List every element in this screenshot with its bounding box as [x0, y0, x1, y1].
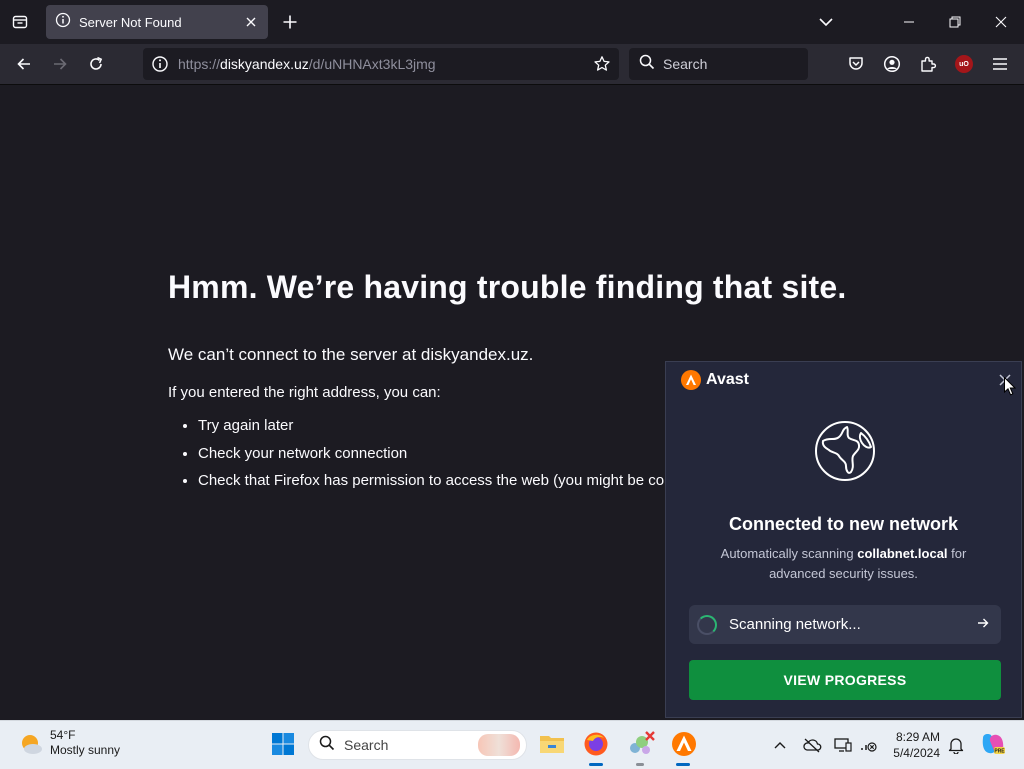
svg-text:PRE: PRE: [994, 749, 1005, 755]
system-clock[interactable]: 8:29 AM 5/4/2024: [884, 729, 940, 761]
list-all-tabs-icon[interactable]: [814, 10, 838, 34]
list-item: Check that Firefox has permission to acc…: [198, 471, 672, 499]
taskbar-search-placeholder: Search: [344, 737, 389, 753]
chevron-up-icon[interactable]: [770, 735, 790, 755]
search-highlight-image: [478, 734, 520, 756]
url-path: /d/uNHNAxt3kL3jmg: [308, 56, 436, 72]
firefox-view-icon[interactable]: [8, 10, 32, 34]
mouse-cursor-icon: [1004, 376, 1017, 401]
clock-time: 8:29 AM: [895, 730, 940, 744]
list-item: Check your network connection: [198, 444, 672, 472]
bookmark-star-icon[interactable]: [593, 55, 611, 78]
menu-icon[interactable]: [988, 52, 1012, 76]
clock-date: 5/4/2024: [893, 746, 940, 760]
url-prefix: https://: [178, 56, 221, 72]
close-tab-icon[interactable]: [240, 11, 262, 33]
search-placeholder: Search: [663, 56, 708, 72]
extensions-icon[interactable]: [916, 52, 940, 76]
scan-status-text: Scanning network...: [729, 616, 861, 633]
close-window-icon[interactable]: [987, 8, 1015, 36]
scanning-status-row[interactable]: Scanning network...: [689, 605, 1001, 644]
app-running-indicator: [636, 763, 644, 766]
view-progress-button[interactable]: VIEW PROGRESS: [689, 660, 1001, 700]
new-tab-icon[interactable]: [278, 10, 302, 34]
network-name: collabnet.local: [857, 546, 948, 561]
windows-taskbar: 54°F Mostly sunny Search 8:29 AM 5/4/202…: [0, 720, 1024, 769]
pocket-icon[interactable]: [844, 52, 868, 76]
avast-brand-name: Avast: [706, 371, 749, 388]
restore-icon[interactable]: [941, 8, 969, 36]
address-bar[interactable]: https://diskyandex.uz/d/uNHNAxt3kL3jmg: [143, 48, 619, 80]
globe-icon: [813, 419, 877, 483]
firefox-icon[interactable]: [581, 729, 611, 759]
avast-brand: Avast: [681, 370, 749, 390]
firefox-running-indicator: [589, 763, 603, 766]
url-host: diskyandex.uz: [220, 56, 309, 72]
back-icon[interactable]: [12, 52, 36, 76]
file-explorer-icon[interactable]: [537, 729, 567, 759]
reload-icon[interactable]: [84, 52, 108, 76]
popup-body: Automatically scanning collabnet.local f…: [706, 544, 981, 584]
ublock-origin-icon[interactable]: uO: [952, 52, 976, 76]
forward-icon[interactable]: [48, 52, 72, 76]
notification-bell-icon[interactable]: [946, 735, 966, 755]
tab-strip: Server Not Found: [0, 0, 1024, 44]
weather-widget[interactable]: 54°F Mostly sunny: [18, 728, 120, 758]
network-disconnected-icon[interactable]: [859, 735, 879, 755]
search-icon: [639, 54, 655, 75]
spinner-icon: [697, 614, 717, 635]
search-icon: [319, 735, 335, 756]
taskbar-search-box[interactable]: Search: [308, 730, 527, 760]
error-description: We can’t connect to the server at diskya…: [168, 345, 534, 364]
network-tool-icon[interactable]: [626, 729, 656, 759]
search-bar[interactable]: Search: [629, 48, 808, 80]
avast-taskbar-icon[interactable]: [669, 729, 699, 759]
windows-start-icon[interactable]: [268, 729, 298, 759]
partly-sunny-icon: [18, 731, 42, 755]
weather-temp: 54°F: [50, 728, 76, 742]
avast-logo-icon: [681, 370, 701, 390]
avast-notification: Avast Connected to new network Automatic…: [665, 361, 1022, 718]
tab-title: Server Not Found: [79, 14, 182, 30]
arrow-right-icon: [977, 616, 989, 634]
display-icon[interactable]: [833, 735, 853, 755]
info-icon: [55, 12, 71, 33]
minimize-icon[interactable]: [895, 8, 923, 36]
body-text-start: Automatically scanning: [720, 546, 858, 561]
site-info-icon[interactable]: [151, 55, 169, 78]
avast-running-indicator: [676, 763, 690, 766]
navigation-toolbar: https://diskyandex.uz/d/uNHNAxt3kL3jmg S…: [0, 44, 1024, 85]
popup-heading: Connected to new network: [728, 514, 959, 534]
error-subheading: If you entered the right address, you ca…: [168, 384, 441, 401]
copilot-icon[interactable]: PRE: [978, 729, 1008, 759]
weather-condition: Mostly sunny: [50, 743, 121, 757]
url-text: https://diskyandex.uz/d/uNHNAxt3kL3jmg: [178, 56, 436, 72]
list-item: Try again later: [198, 416, 672, 444]
onedrive-offline-icon[interactable]: [802, 735, 822, 755]
error-title: Hmm. We’re having trouble finding that s…: [168, 269, 847, 305]
tab-server-not-found[interactable]: Server Not Found: [46, 5, 268, 39]
suggestion-list: Try again later Check your network conne…: [168, 416, 672, 499]
account-icon[interactable]: [880, 52, 904, 76]
